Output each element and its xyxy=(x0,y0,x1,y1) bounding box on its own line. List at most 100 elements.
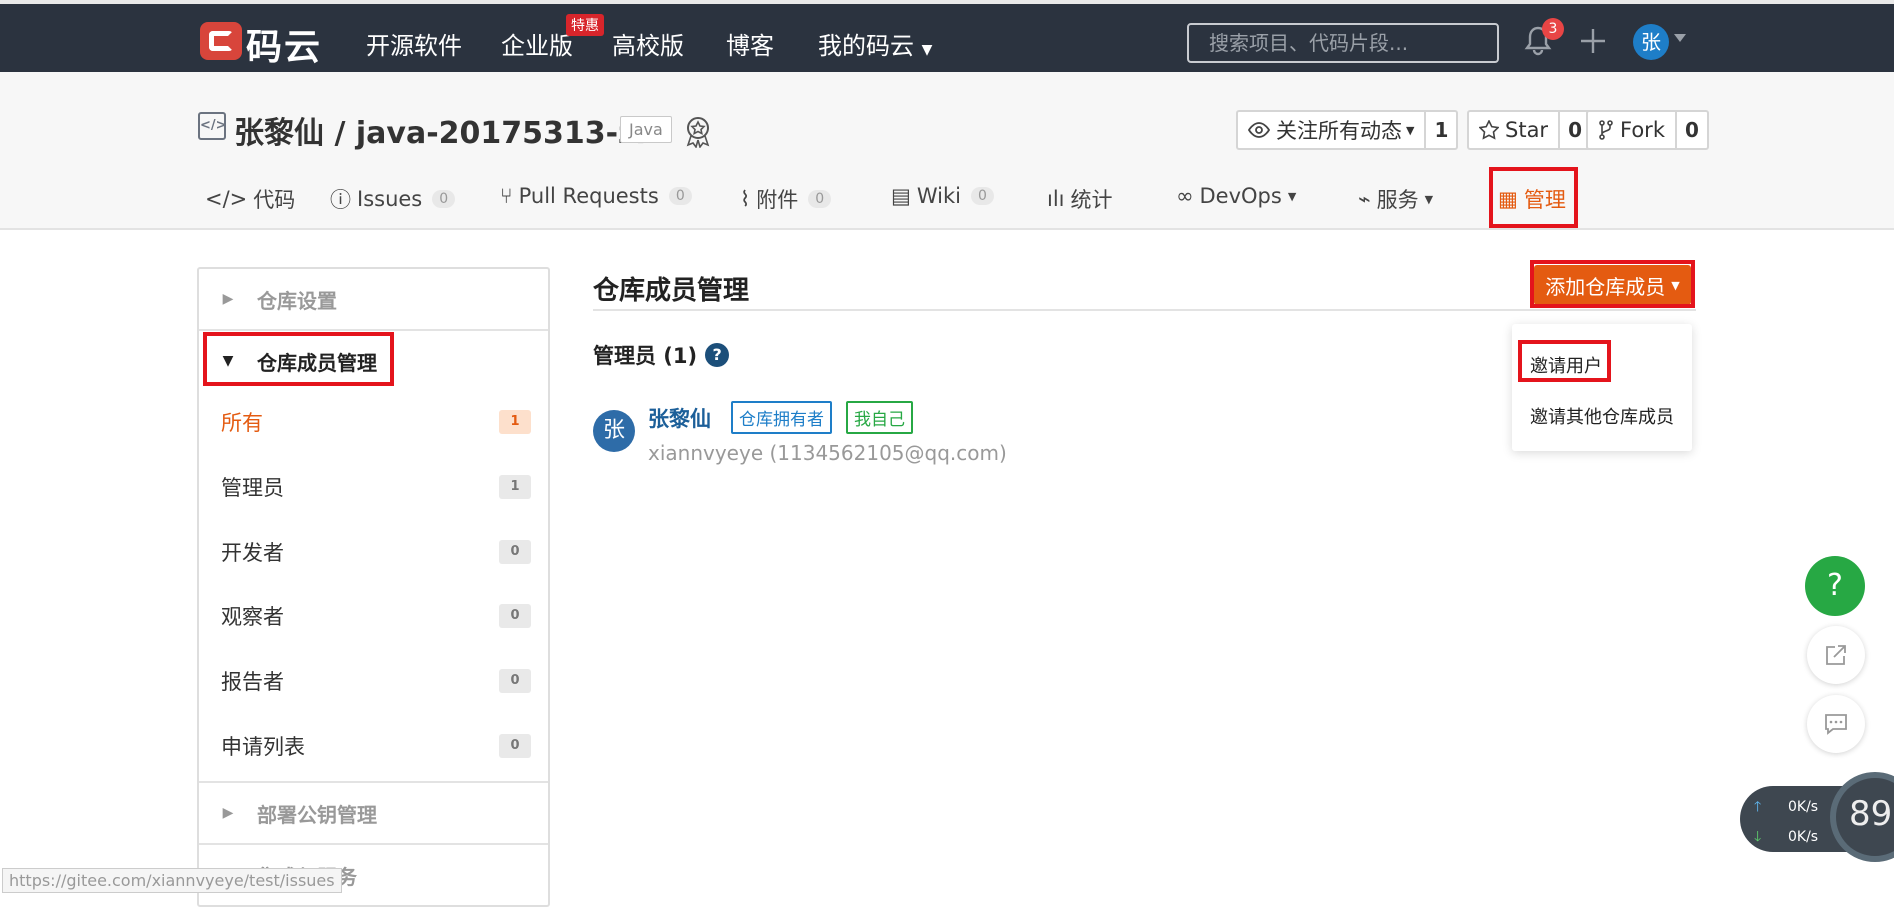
tab-wiki-count: 0 xyxy=(970,187,994,205)
chevron-down-icon: ▼ xyxy=(1287,189,1297,203)
sidebar-item-reporters[interactable]: 报告者 0 xyxy=(221,666,531,696)
chevron-down-icon: ▼ xyxy=(1424,192,1434,206)
search-input[interactable]: 搜索项目、代码片段... xyxy=(1187,23,1499,63)
tab-code[interactable]: </> 代码 xyxy=(205,184,295,214)
award-icon[interactable] xyxy=(682,114,714,148)
plus-icon[interactable] xyxy=(1578,26,1608,56)
sidebar-section-repo-settings[interactable]: ▶ 仓库设置 xyxy=(199,269,548,329)
settings-sidebar: ▶ 仓库设置 ▼ 仓库成员管理 所有 1 管理员 1 开发者 0 观察者 0 报… xyxy=(197,267,550,907)
nav-enterprise[interactable]: 企业版 xyxy=(501,26,573,61)
project-name-link[interactable]: java-20175313-zlx xyxy=(356,116,665,151)
tab-attachments[interactable]: ⌇ 附件 0 xyxy=(740,184,832,214)
sidebar-section-member-management[interactable]: ▼ 仓库成员管理 xyxy=(199,331,548,391)
arrow-down-icon: 🡓 xyxy=(1754,829,1762,845)
nav-blog[interactable]: 博客 xyxy=(726,26,774,61)
upload-speed: 🡑 0K/s xyxy=(1754,796,1818,820)
tab-devops-label: DevOps xyxy=(1199,184,1282,208)
watch-button[interactable]: 关注所有动态 ▼ xyxy=(1238,112,1424,148)
fork-button[interactable]: Fork xyxy=(1588,112,1675,148)
fork-label: Fork xyxy=(1620,118,1665,142)
tab-attachments-label: 附件 xyxy=(756,188,799,212)
pull-request-icon: ⑂ xyxy=(500,184,513,208)
add-member-label: 添加仓库成员 xyxy=(1545,274,1666,299)
language-badge[interactable]: Java xyxy=(620,116,672,143)
tab-manage[interactable]: ▦ 管理 xyxy=(1498,184,1566,214)
bar-chart-icon: ılı xyxy=(1047,187,1065,211)
share-button[interactable] xyxy=(1807,626,1865,684)
tab-manage-label: 管理 xyxy=(1523,188,1566,212)
member-email: xiannvyeye (1134562105@qq.com) xyxy=(648,441,1007,465)
star-icon xyxy=(1479,120,1499,140)
manage-icon: ▦ xyxy=(1498,187,1518,211)
project-title-separator: / xyxy=(334,116,346,151)
pulse-icon: ⌁ xyxy=(1358,187,1371,211)
fork-icon xyxy=(1598,120,1614,140)
nav-education[interactable]: 高校版 xyxy=(612,26,684,61)
owner-tag: 仓库拥有者 xyxy=(731,401,832,434)
member-name-link[interactable]: 张黎仙 xyxy=(648,403,711,433)
help-icon[interactable]: ? xyxy=(705,343,730,367)
avatar[interactable]: 张 xyxy=(593,410,635,452)
nav-my-gitee[interactable]: 我的码云 ▼ xyxy=(818,26,932,61)
sidebar-section-deploy-keys[interactable]: ▶ 部署公钥管理 xyxy=(199,783,548,843)
notification-badge: 3 xyxy=(1542,18,1564,40)
feedback-button[interactable] xyxy=(1807,695,1865,753)
help-button[interactable]: ? xyxy=(1805,556,1865,616)
watch-button-group: 关注所有动态 ▼ 1 xyxy=(1236,110,1459,150)
tab-wiki[interactable]: ▤ Wiki 0 xyxy=(891,184,994,208)
sidebar-item-applications[interactable]: 申请列表 0 xyxy=(221,731,531,761)
sidebar-item-label: 观察者 xyxy=(221,605,284,629)
upload-speed-value: 0K/s xyxy=(1787,799,1819,815)
tab-attachments-count: 0 xyxy=(808,190,832,208)
divider xyxy=(593,309,1696,311)
infinity-icon: ∞ xyxy=(1176,184,1194,208)
project-owner-link[interactable]: 张黎仙 xyxy=(234,116,324,151)
watch-count[interactable]: 1 xyxy=(1424,112,1456,148)
sidebar-item-developers[interactable]: 开发者 0 xyxy=(221,537,531,567)
admins-heading-label: 管理员 (1) xyxy=(593,344,698,368)
page-title: 仓库成员管理 xyxy=(593,276,750,306)
tab-pull-requests-count: 0 xyxy=(668,187,692,205)
sidebar-section-label: 部署公钥管理 xyxy=(257,802,377,827)
sidebar-item-count: 0 xyxy=(499,669,531,693)
top-navbar: 码云 开源软件 企业版 特惠 高校版 博客 我的码云 ▼ 搜索项目、代码片段..… xyxy=(0,0,1894,72)
star-button-group: Star 0 xyxy=(1467,110,1593,150)
tab-issues[interactable]: ⓘ Issues 0 xyxy=(330,184,456,214)
code-repo-icon: </> xyxy=(198,112,227,140)
fork-count[interactable]: 0 xyxy=(1674,112,1707,148)
tab-pull-requests[interactable]: ⑂ Pull Requests 0 xyxy=(500,184,692,208)
code-icon: </> xyxy=(205,187,248,211)
caret-right-icon: ▶ xyxy=(222,805,234,821)
logo-icon[interactable] xyxy=(200,22,242,60)
nav-open-source[interactable]: 开源软件 xyxy=(366,26,462,61)
sidebar-item-observers[interactable]: 观察者 0 xyxy=(221,601,531,631)
nav-my-gitee-label: 我的码云 xyxy=(818,32,914,60)
issue-icon: ⓘ xyxy=(330,188,351,212)
tab-services-label: 服务 xyxy=(1376,188,1419,212)
tab-issues-count: 0 xyxy=(432,190,456,208)
sidebar-item-all[interactable]: 所有 1 xyxy=(221,407,531,437)
eye-icon xyxy=(1248,122,1270,138)
sidebar-item-count: 1 xyxy=(499,410,531,434)
tab-devops[interactable]: ∞ DevOps ▼ xyxy=(1176,184,1296,208)
self-tag: 我自己 xyxy=(846,401,913,434)
sidebar-item-label: 所有 xyxy=(221,411,263,435)
tab-statistics-label: 统计 xyxy=(1070,188,1113,212)
chevron-down-icon[interactable] xyxy=(1674,34,1686,42)
status-bar-url: https://gitee.com/xiannvyeye/test/issues xyxy=(2,868,342,893)
menu-item-invite-other-repo-members[interactable]: 邀请其他仓库成员 xyxy=(1530,403,1674,429)
tab-services[interactable]: ⌁ 服务 ▼ xyxy=(1358,184,1433,214)
sidebar-item-label: 开发者 xyxy=(221,541,284,565)
add-member-button[interactable]: 添加仓库成员 ▼ xyxy=(1534,265,1691,305)
tab-statistics[interactable]: ılı 统计 xyxy=(1047,184,1113,214)
menu-item-invite-user[interactable]: 邀请用户 xyxy=(1530,352,1602,378)
chevron-down-icon: ▼ xyxy=(1671,278,1680,292)
user-avatar[interactable]: 张 xyxy=(1633,24,1669,60)
sidebar-item-label: 申请列表 xyxy=(221,735,305,759)
star-button[interactable]: Star xyxy=(1469,112,1558,148)
download-speed-value: 0K/s xyxy=(1787,829,1819,845)
sidebar-item-admins[interactable]: 管理员 1 xyxy=(221,472,531,502)
sidebar-item-count: 0 xyxy=(499,540,531,564)
logo-text[interactable]: 码云 xyxy=(246,18,322,70)
arrow-up-icon: 🡑 xyxy=(1754,799,1762,815)
